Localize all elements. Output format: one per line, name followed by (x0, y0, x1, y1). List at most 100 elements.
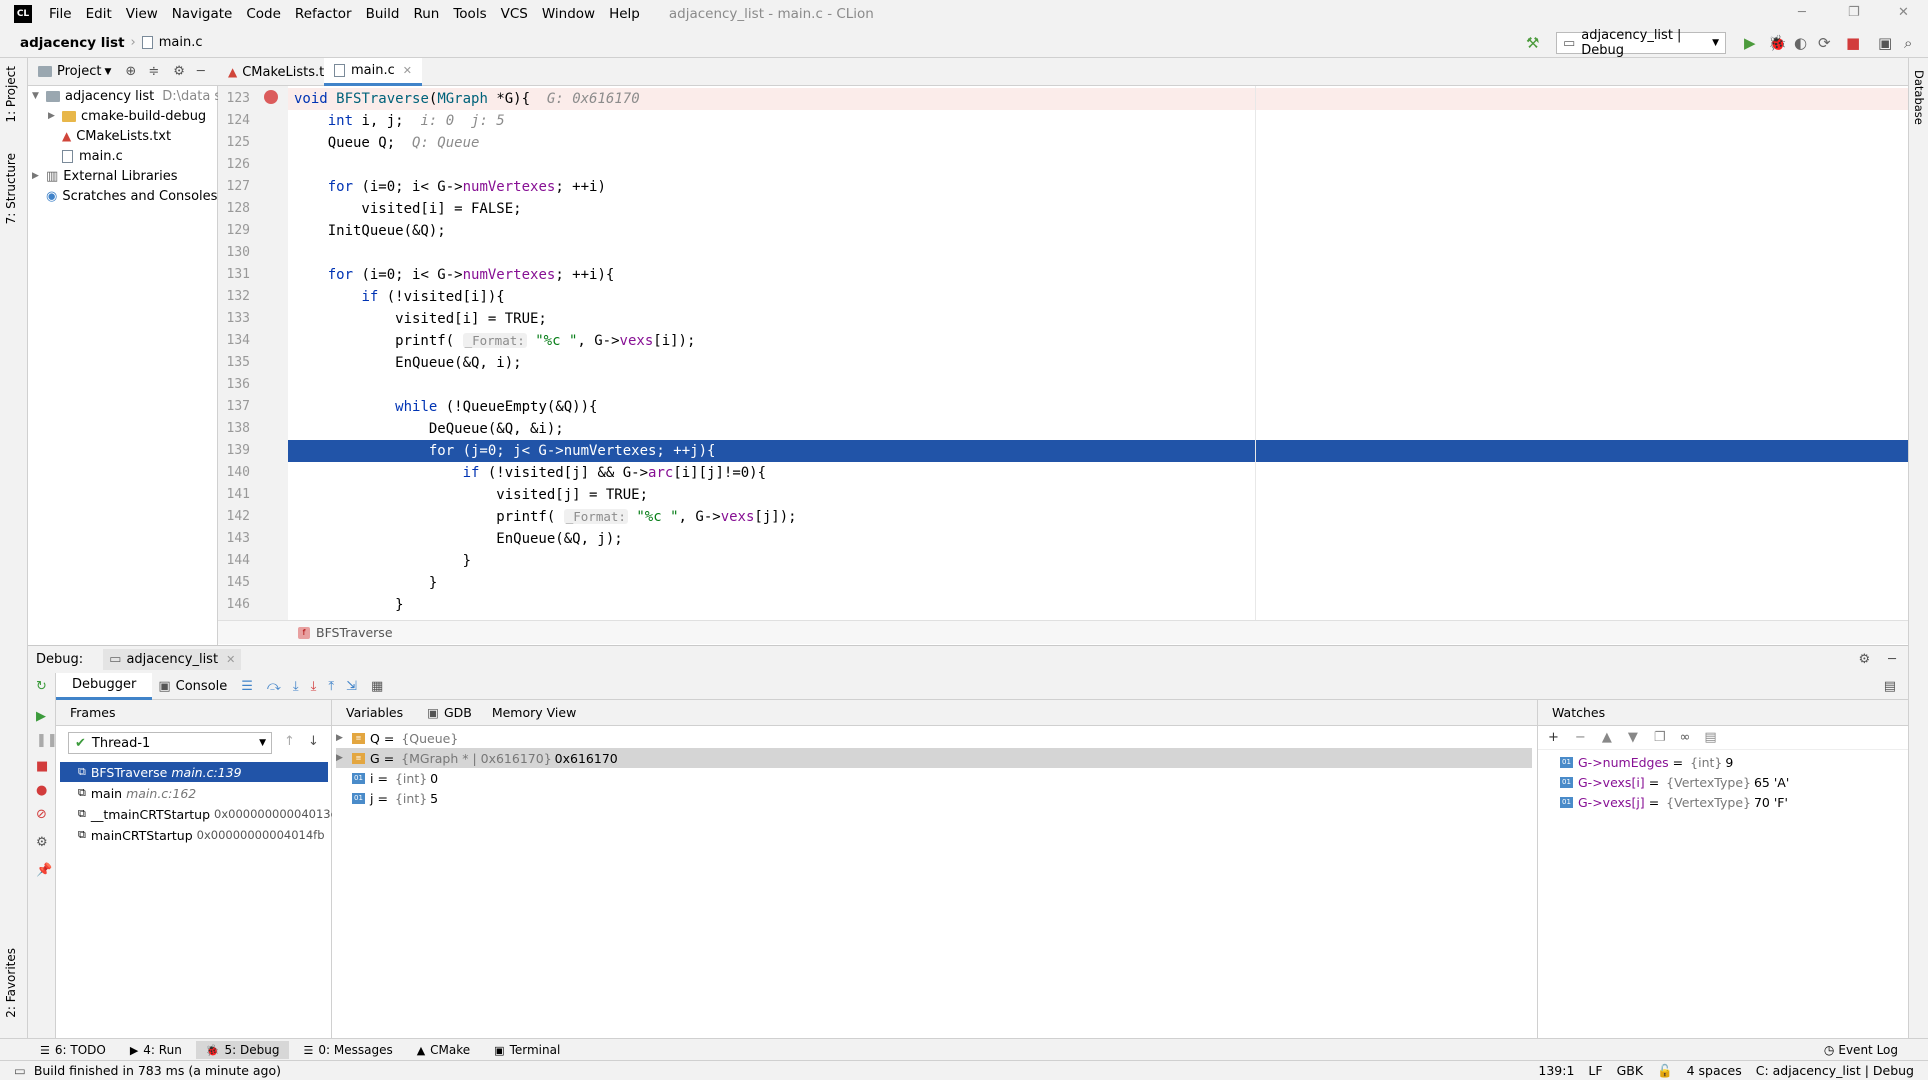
step-into-icon[interactable]: ⤓ (293, 679, 299, 694)
stack-frame[interactable]: ⧉ mainCRTStartup 0x00000000004014fb (60, 825, 328, 845)
context-selector[interactable]: C: adjacency_list | Debug (1756, 1063, 1914, 1078)
tool-tab[interactable]: ☰ 6: TODO (30, 1041, 116, 1059)
code-line[interactable]: for (j=0; j< G->numVertexes; ++j){ (288, 440, 1908, 462)
pause-icon[interactable]: ❚❚ (36, 733, 58, 748)
watch-row[interactable]: 01 G->numEdges = {int} 9 (1542, 752, 1902, 772)
code-line[interactable]: for (i=0; i< G->numVertexes; ++i){ (288, 264, 1908, 286)
coverage-icon[interactable]: ◐ (1794, 34, 1807, 52)
menu-file[interactable]: File (42, 6, 79, 22)
variable-row[interactable]: ▶ ≡ G = {MGraph * | 0x616170} 0x616170 (336, 748, 1532, 768)
structure-tool-tab[interactable]: 7: Structure (4, 153, 18, 224)
close-icon[interactable]: ✕ (226, 653, 235, 666)
menu-tools[interactable]: Tools (446, 6, 493, 22)
stack-frame[interactable]: ⧉ main main.c:162 (60, 783, 328, 803)
frames-list-icon[interactable]: ☰ (241, 679, 253, 694)
code-line[interactable]: if (!visited[i]){ (288, 286, 1908, 308)
code-line[interactable] (288, 154, 1908, 176)
maximize-icon[interactable]: ❐ (1848, 5, 1860, 20)
mute-breakpoints-icon[interactable]: ⊘ (36, 807, 47, 822)
pin-icon[interactable]: 📌 (36, 863, 52, 878)
view-breakpoints-icon[interactable]: ● (36, 783, 47, 798)
hide-panel-icon[interactable]: ─ (1888, 652, 1896, 667)
search-icon[interactable]: ⌕ (1904, 34, 1912, 52)
code-editor[interactable]: void BFSTraverse(MGraph *G){ G: 0x616170… (288, 86, 1908, 620)
chevron-down-icon[interactable]: ▼ (32, 91, 46, 101)
thread-select[interactable]: ✔ Thread-1 ▼ (68, 732, 272, 754)
code-line[interactable]: Queue Q; Q: Queue (288, 132, 1908, 154)
arrow-down-icon[interactable]: ↓ (308, 734, 319, 749)
menu-help[interactable]: Help (602, 6, 647, 22)
resume-icon[interactable]: ▶ (36, 709, 46, 724)
code-line[interactable]: InitQueue(&Q); (288, 220, 1908, 242)
glasses-icon[interactable]: ∞ (1679, 730, 1690, 745)
menu-view[interactable]: View (119, 6, 165, 22)
line-separator[interactable]: LF (1588, 1063, 1602, 1078)
tree-item[interactable]: ▶ ▥ External Libraries (32, 166, 178, 186)
add-watch-icon[interactable]: + (1548, 730, 1559, 745)
remove-watch-icon[interactable]: − (1575, 730, 1586, 745)
tree-item[interactable]: ◉ Scratches and Consoles (32, 186, 217, 206)
tree-item[interactable]: ▲ CMakeLists.txt (48, 126, 171, 146)
tab-console[interactable]: ▣ Console (152, 679, 227, 694)
arrow-up-icon[interactable]: ↑ (284, 734, 295, 749)
code-line[interactable]: printf( _Format: "%c ", G->vexs[i]); (288, 330, 1908, 352)
code-line[interactable] (288, 374, 1908, 396)
variable-row[interactable]: 01 j = {int} 5 (336, 788, 1532, 808)
code-line[interactable]: visited[j] = TRUE; (288, 484, 1908, 506)
build-hammer-icon[interactable]: ⚒ (1526, 34, 1539, 52)
close-icon[interactable]: ✕ (1898, 5, 1909, 20)
minimize-icon[interactable]: ─ (1798, 5, 1806, 20)
move-up-icon[interactable]: ▲ (1602, 730, 1612, 745)
move-down-icon[interactable]: ▼ (1628, 730, 1638, 745)
project-panel-title[interactable]: Project (57, 64, 101, 79)
rerun-icon[interactable]: ↻ (36, 679, 47, 694)
tree-item[interactable]: ▶ cmake-build-debug (48, 106, 206, 126)
hide-panel-icon[interactable]: ─ (197, 64, 205, 79)
tab-debugger[interactable]: Debugger (56, 672, 153, 700)
menu-build[interactable]: Build (359, 6, 407, 22)
code-line[interactable]: void BFSTraverse(MGraph *G){ G: 0x616170 (288, 88, 1908, 110)
stop-icon[interactable]: ■ (1846, 34, 1860, 52)
tree-item[interactable]: main.c (48, 146, 123, 166)
code-line[interactable]: } (288, 594, 1908, 616)
menu-navigate[interactable]: Navigate (165, 6, 240, 22)
code-line[interactable]: DeQueue(&Q, &i); (288, 418, 1908, 440)
gear-icon[interactable]: ⚙ (1859, 652, 1871, 667)
menu-code[interactable]: Code (239, 6, 288, 22)
code-line[interactable]: visited[i] = FALSE; (288, 198, 1908, 220)
gear-icon[interactable]: ⚙ (173, 64, 185, 79)
menu-edit[interactable]: Edit (79, 6, 119, 22)
layout-icon[interactable]: ▤ (1704, 730, 1716, 745)
code-line[interactable]: while (!QueueEmpty(&Q)){ (288, 396, 1908, 418)
tool-tab[interactable]: ▲ CMake (407, 1041, 480, 1059)
evaluate-expression-icon[interactable]: ▦ (371, 679, 383, 694)
file-encoding[interactable]: GBK (1617, 1063, 1643, 1078)
close-icon[interactable]: ✕ (403, 64, 412, 77)
profile-icon[interactable]: ⟳ (1818, 34, 1831, 52)
debug-session-tab[interactable]: ▭ adjacency_list ✕ (103, 649, 242, 670)
watch-row[interactable]: 01 G->vexs[j] = {VertexType} 70 'F' (1542, 792, 1902, 812)
code-line[interactable] (288, 242, 1908, 264)
tool-tab[interactable]: ▶ 4: Run (120, 1041, 192, 1059)
copy-icon[interactable]: ❐ (1654, 730, 1666, 745)
code-line[interactable]: printf( _Format: "%c ", G->vexs[j]); (288, 506, 1908, 528)
tool-tab[interactable]: 🐞 5: Debug (195, 1040, 290, 1059)
project-tool-tab[interactable]: 1: Project (4, 66, 18, 123)
variable-row[interactable]: 01 i = {int} 0 (336, 768, 1532, 788)
breadcrumb-project[interactable]: adjacency list (20, 35, 125, 51)
gear-icon[interactable]: ⚙ (36, 835, 48, 850)
tool-tab[interactable]: ▣ Terminal (484, 1041, 570, 1059)
status-toggle-icon[interactable]: ▭ (14, 1063, 26, 1078)
step-over-icon[interactable]: ⤼ (267, 679, 281, 694)
layout-icon[interactable]: ▣ (1878, 34, 1892, 52)
stack-frame[interactable]: ⧉ __tmainCRTStartup 0x00000000004013c7 (60, 804, 344, 824)
editor-tab[interactable]: main.c ✕ (324, 58, 422, 86)
indent-setting[interactable]: 4 spaces (1687, 1063, 1742, 1078)
run-icon[interactable]: ▶ (1744, 34, 1756, 52)
locate-icon[interactable]: ⊕ (125, 64, 136, 79)
watch-row[interactable]: 01 G->vexs[i] = {VertexType} 65 'A' (1542, 772, 1902, 792)
lock-icon[interactable]: 🔓 (1657, 1063, 1673, 1079)
favorites-tool-tab[interactable]: 2: Favorites (4, 948, 18, 1018)
tab-variables[interactable]: Variables (346, 705, 403, 720)
stack-frame[interactable]: ⧉ BFSTraverse main.c:139 (60, 762, 328, 782)
